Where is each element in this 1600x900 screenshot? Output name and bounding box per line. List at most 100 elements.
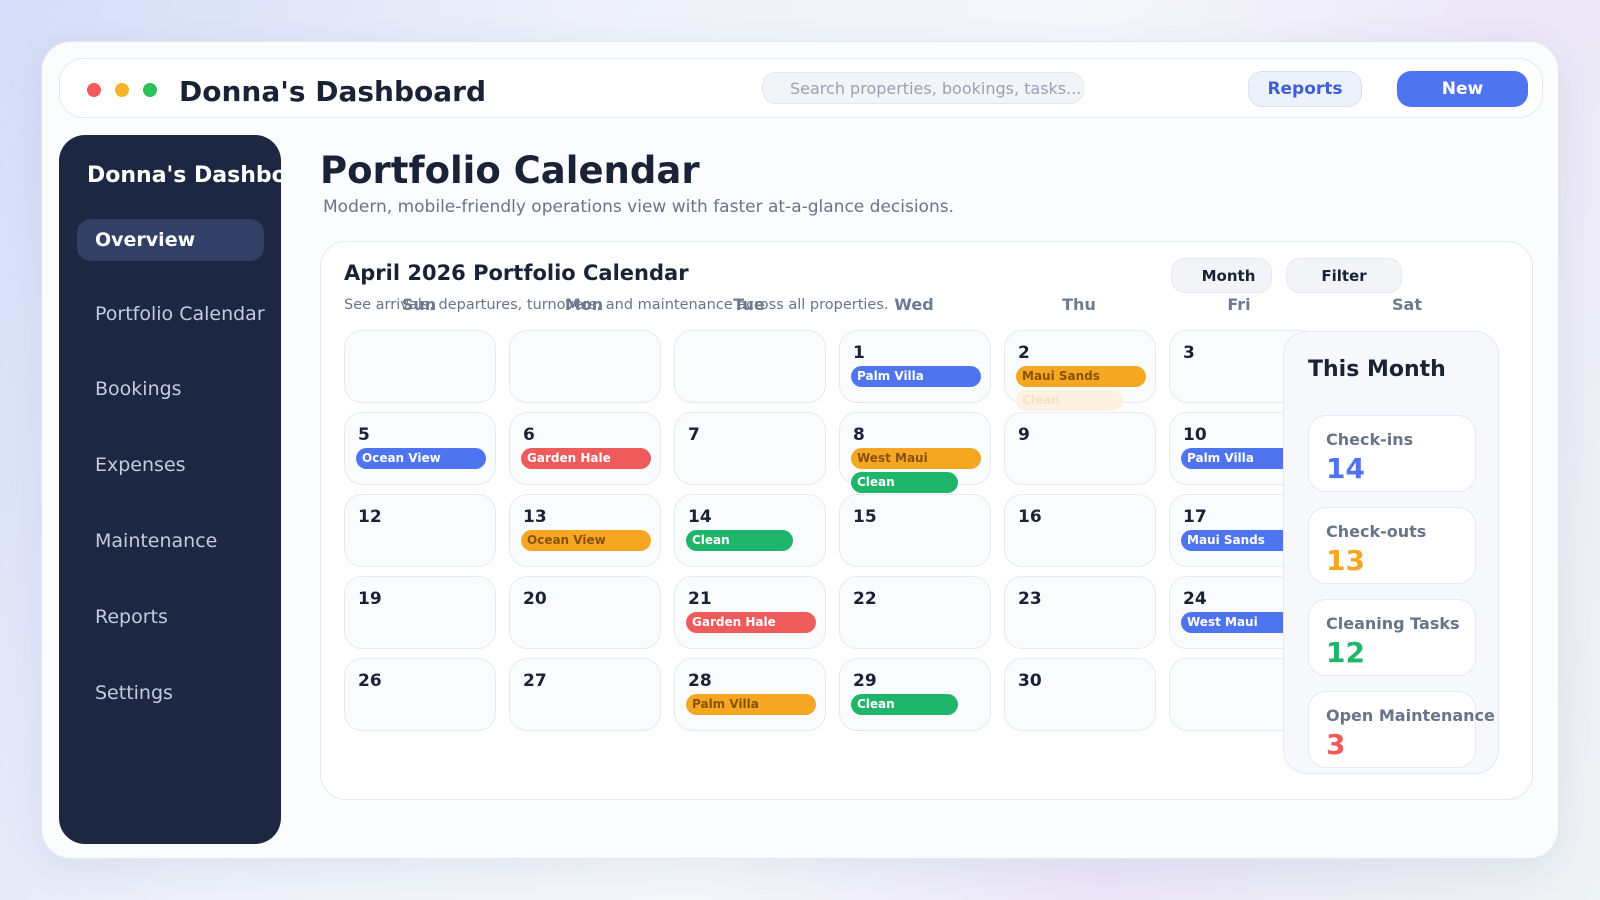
weekday-wed: Wed [894,295,934,314]
day-number: 5 [358,425,370,445]
calendar-event[interactable]: Palm Villa [851,366,981,387]
day-number: 9 [1018,425,1030,445]
stat-value: 14 [1326,452,1365,485]
calendar-day-cell[interactable]: 22 [839,576,991,649]
calendar-day-cell[interactable]: 13 Ocean View [509,494,661,567]
weekday-tue: Tue [733,295,765,314]
search-input[interactable] [762,72,1084,104]
day-number: 23 [1018,589,1042,609]
day-number: 27 [523,671,547,691]
calendar-day-cell[interactable]: 8 West Maui Clean [839,412,991,493]
stat-label: Open Maintenance [1326,706,1495,725]
month-summary-panel: This Month Check-ins 14 Check-outs 13 Cl… [1283,331,1499,774]
sidebar-item-bookings[interactable]: Bookings [77,368,264,410]
minimize-window-button[interactable] [115,83,129,97]
day-number: 22 [853,589,877,609]
sidebar-item-reports[interactable]: Reports [77,596,264,638]
day-number: 17 [1183,507,1207,527]
day-number: 12 [358,507,382,527]
calendar-day-cell[interactable]: 12 [344,494,496,567]
calendar-day-cell[interactable]: 15 [839,494,991,567]
day-number: 3 [1183,343,1195,363]
stat-card-open-maintenance: Open Maintenance 3 [1308,691,1495,768]
day-number: 16 [1018,507,1042,527]
calendar-event[interactable]: Ocean View [356,448,486,469]
day-number: 6 [523,425,535,445]
calendar-event[interactable]: Palm Villa [686,694,816,715]
calendar-day-cell[interactable]: 23 [1004,576,1156,649]
calendar-event[interactable]: Garden Hale [521,448,651,469]
day-number: 2 [1018,343,1030,363]
calendar-event[interactable]: Garden Hale [686,612,816,633]
calendar-day-cell[interactable]: 21 Garden Hale [674,576,826,649]
calendar-day-cell[interactable]: 19 [344,576,496,649]
calendar-day-cell[interactable]: 29 Clean [839,658,991,731]
calendar-event[interactable]: West Maui [851,448,981,469]
maximize-window-button[interactable] [143,83,157,97]
calendar-day-cell[interactable]: 27 [509,658,661,731]
page-title: Portfolio Calendar [320,149,700,192]
reports-button[interactable]: Reports [1248,71,1362,107]
calendar-day-cell[interactable]: 5 Ocean View [344,412,496,485]
sidebar-item-maintenance[interactable]: Maintenance [77,520,264,562]
calendar-day-cell[interactable]: 20 [509,576,661,649]
calendar-day-cell[interactable]: 1 Palm Villa [839,330,991,403]
calendar-card: April 2026 Portfolio Calendar See arriva… [320,241,1533,800]
day-number: 13 [523,507,547,527]
sidebar-title: Donna's Dashboard [87,163,281,188]
stat-value: 12 [1326,636,1365,669]
calendar-day-cell[interactable]: 6 Garden Hale [509,412,661,485]
day-number: 19 [358,589,382,609]
weekday-fri: Fri [1227,295,1251,314]
day-number: 8 [853,425,865,445]
stat-card-cleaning-tasks: Cleaning Tasks 12 [1308,599,1476,676]
calendar-day-cell[interactable]: 28 Palm Villa [674,658,826,731]
calendar-day-cell[interactable] [344,330,496,403]
sidebar-item-portfolio-calendar[interactable]: Portfolio Calendar [77,293,265,335]
day-number: 21 [688,589,712,609]
stat-card-check-ins: Check-ins 14 [1308,415,1476,492]
day-number: 30 [1018,671,1042,691]
stat-card-check-outs: Check-outs 13 [1308,507,1476,584]
day-number: 29 [853,671,877,691]
day-number: 7 [688,425,700,445]
close-window-button[interactable] [87,83,101,97]
calendar-event[interactable]: Clean [851,472,958,493]
calendar-event[interactable]: Clean [851,694,958,715]
stat-label: Check-ins [1326,430,1414,449]
calendar-day-cell[interactable]: 14 Clean [674,494,826,567]
top-bar: Donna's Dashboard Reports New [59,58,1543,118]
day-number: 20 [523,589,547,609]
calendar-event[interactable]: Clean [1016,390,1123,411]
app-title: Donna's Dashboard [179,75,486,108]
stat-label: Cleaning Tasks [1326,614,1460,633]
sidebar: Donna's Dashboard Overview Portfolio Cal… [59,135,281,844]
calendar-day-cell[interactable]: 7 [674,412,826,485]
calendar-event[interactable]: Ocean View [521,530,651,551]
day-number: 24 [1183,589,1207,609]
filter-button[interactable]: Filter [1286,258,1402,293]
calendar-event[interactable]: Maui Sands [1016,366,1146,387]
stat-value: 13 [1326,544,1365,577]
day-number: 28 [688,671,712,691]
calendar-title: April 2026 Portfolio Calendar [344,261,689,285]
sidebar-item-overview[interactable]: Overview [77,219,264,261]
stat-value: 3 [1326,728,1346,761]
calendar-day-cell[interactable]: 2 Maui Sands Clean [1004,330,1156,411]
sidebar-item-settings[interactable]: Settings [77,672,264,714]
calendar-day-cell[interactable]: 16 [1004,494,1156,567]
page-subtitle: Modern, mobile-friendly operations view … [323,197,954,217]
weekday-mon: Mon [564,295,604,314]
calendar-day-cell[interactable]: 9 [1004,412,1156,485]
calendar-day-cell[interactable]: 26 [344,658,496,731]
new-button[interactable]: New [1397,71,1528,107]
weekday-thu: Thu [1062,295,1096,314]
weekday-sat: Sat [1392,295,1422,314]
sidebar-item-expenses[interactable]: Expenses [77,444,264,486]
month-view-button[interactable]: Month [1171,258,1272,293]
calendar-day-cell[interactable]: 30 [1004,658,1156,731]
calendar-event[interactable]: Clean [686,530,793,551]
calendar-day-cell[interactable] [509,330,661,403]
day-number: 10 [1183,425,1207,445]
calendar-day-cell[interactable] [674,330,826,403]
